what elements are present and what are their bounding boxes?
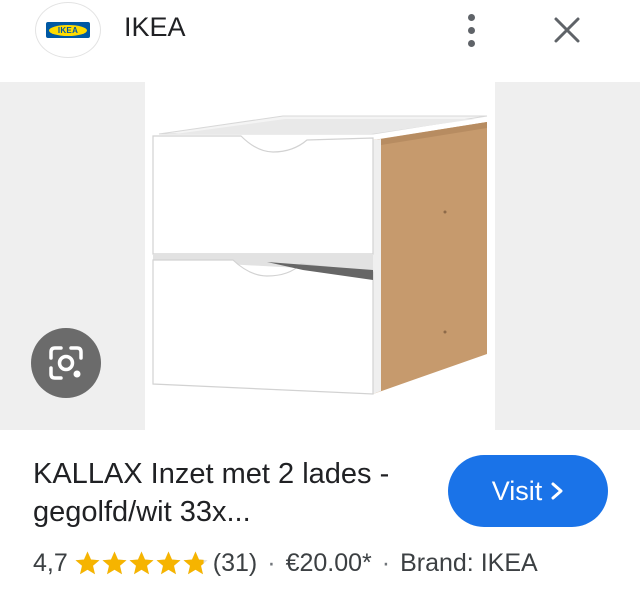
visit-button[interactable]: Visit: [448, 455, 608, 527]
separator: ·: [267, 548, 276, 577]
star-icon: [183, 551, 208, 575]
ikea-logo-icon: IKEA: [46, 22, 90, 38]
header: IKEA IKEA: [0, 0, 640, 82]
more-vert-icon: [467, 13, 475, 21]
image-result-panel: IKEA IKEA KALLAX Inzet met 2 lades - geg…: [0, 0, 640, 593]
star-icon: [129, 551, 154, 575]
star-rating: [74, 550, 209, 576]
star-icon: [156, 551, 181, 575]
site-logo[interactable]: IKEA: [35, 2, 101, 58]
site-name[interactable]: IKEA: [124, 12, 186, 43]
product-title[interactable]: KALLAX Inzet met 2 lades - gegolfd/wit 3…: [33, 455, 433, 531]
review-count: (31): [212, 548, 258, 577]
product-meta: 4,7 (31) · €20.00* · Brand: IKEA: [33, 545, 538, 581]
close-icon: [554, 17, 580, 43]
google-lens-icon: [49, 346, 83, 380]
visit-button-label: Visit: [491, 475, 543, 506]
star-icon: [102, 551, 127, 575]
close-button[interactable]: [545, 10, 589, 50]
image-viewer: [0, 82, 640, 430]
ikea-logo-text: IKEA: [49, 24, 87, 36]
price: €20.00*: [285, 548, 372, 577]
more-options-button[interactable]: [455, 8, 487, 52]
rating-value: 4,7: [33, 548, 68, 577]
separator: ·: [381, 548, 391, 577]
chevron-right-icon: [551, 482, 563, 500]
kallax-drawer-insert-image: [152, 115, 488, 395]
brand: Brand: IKEA: [400, 548, 538, 577]
star-icon: [75, 551, 100, 575]
google-lens-button[interactable]: [31, 328, 101, 398]
product-image[interactable]: [145, 82, 495, 430]
